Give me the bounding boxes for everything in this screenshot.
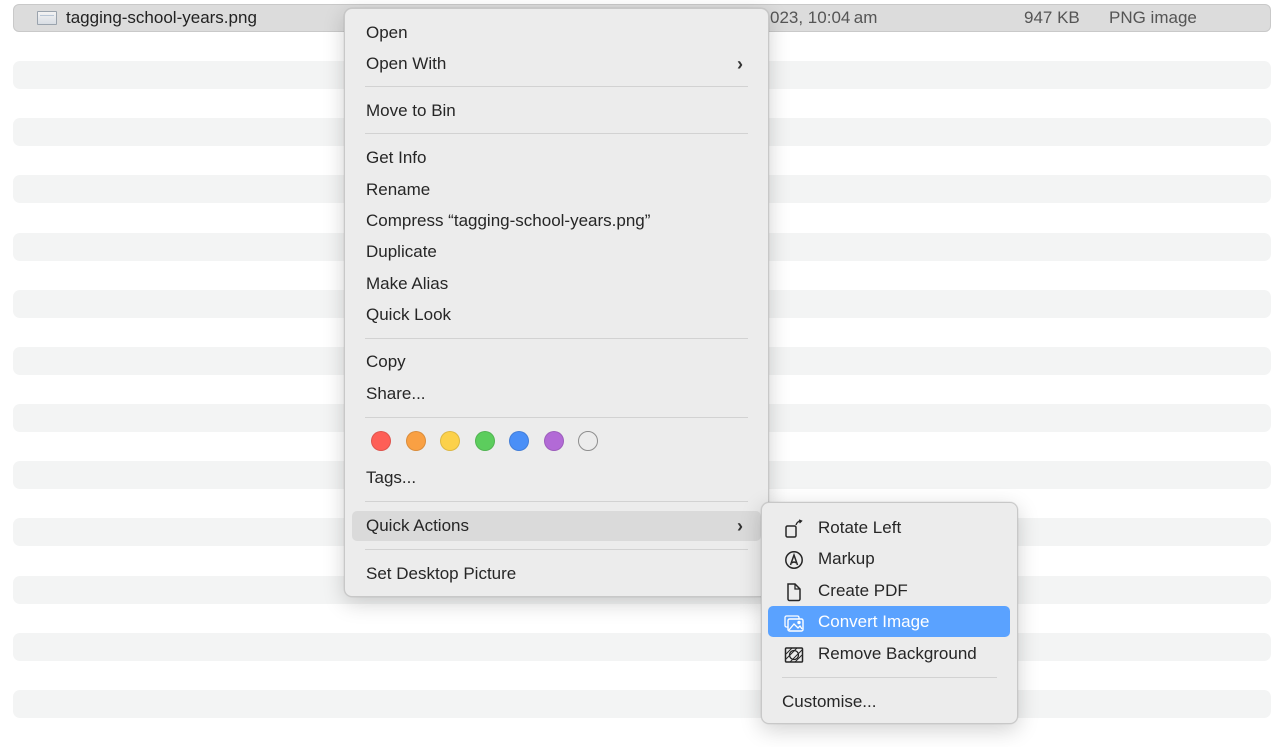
submenu-item-label: Remove Background [818,644,977,663]
file-name: tagging-school-years.png [66,8,257,27]
menu-item-label: Tags... [366,468,417,487]
menu-item-move-to-bin[interactable]: Move to Bin [352,96,761,126]
menu-separator [365,86,748,87]
rotate-left-icon [784,518,804,538]
menu-item-label: Set Desktop Picture [366,564,517,583]
menu-item-label: Open With [366,54,447,73]
menu-separator [365,417,748,418]
document-icon [784,581,804,602]
menu-item-label: Compress “tagging-school-years.png” [366,211,651,230]
submenu-item-label: Convert Image [818,612,930,631]
menu-item-label: Open [366,23,408,42]
menu-item-tags[interactable]: Tags... [352,463,761,493]
menu-separator [365,338,748,339]
tag-orange-button[interactable] [405,431,426,451]
menu-item-open[interactable]: Open [352,18,761,48]
file-date-modified: 023, 10:04 am [770,8,878,27]
menu-separator [365,549,748,550]
tag-purple-button[interactable] [543,431,564,451]
menu-item-copy[interactable]: Copy [352,347,761,377]
tag-green-button[interactable] [474,431,495,451]
menu-item-quick-look[interactable]: Quick Look [352,300,761,330]
submenu-item-label: Rotate Left [818,518,902,537]
remove-background-icon [784,644,804,664]
menu-item-compress[interactable]: Compress “tagging-school-years.png” [352,206,761,236]
menu-item-duplicate[interactable]: Duplicate [352,237,761,267]
tag-blue-button[interactable] [509,431,529,451]
menu-item-label: Quick Actions [366,516,469,535]
tag-yellow-button[interactable] [440,431,460,451]
menu-item-label: Move to Bin [366,101,456,120]
context-menu: Open Open With › Move to Bin Get Info Ren… [344,8,769,597]
menu-separator [365,501,748,502]
submenu-item-remove-background[interactable]: Remove Background [768,638,1010,669]
tag-red-button[interactable] [371,431,391,451]
submenu-item-label: Create PDF [818,581,908,600]
submenu-item-create-pdf[interactable]: Create PDF [768,575,1010,606]
submenu-item-customise[interactable]: Customise... [768,686,1010,717]
menu-item-label: Rename [366,180,431,199]
menu-separator [365,133,748,134]
menu-item-label: Copy [366,352,406,371]
empty-row-stripe [13,633,1271,661]
menu-item-share[interactable]: Share... [352,379,761,409]
quick-actions-submenu: Rotate Left Markup Create PDF Convert Im… [761,502,1018,724]
submenu-item-rotate-left[interactable]: Rotate Left [768,512,1010,543]
menu-item-label: Make Alias [366,274,449,293]
submenu-item-convert-image[interactable]: Convert Image [768,606,1010,637]
file-size: 947 KB [1024,8,1080,27]
menu-item-label: Quick Look [366,305,452,324]
menu-item-get-info[interactable]: Get Info [352,143,761,173]
png-file-icon [37,11,57,25]
empty-row-stripe [13,690,1271,718]
markup-icon [784,549,804,569]
chevron-right-icon: › [737,516,743,536]
menu-item-label: Share... [366,384,426,403]
chevron-right-icon: › [737,54,743,74]
menu-item-label: Get Info [366,148,427,167]
photos-icon [784,612,804,632]
menu-item-quick-actions[interactable]: Quick Actions › [352,511,761,541]
tag-none-button[interactable] [578,431,598,451]
menu-item-label: Duplicate [366,242,437,261]
file-kind: PNG image [1109,8,1197,27]
menu-separator [782,677,997,678]
submenu-item-label: Customise... [782,692,877,711]
menu-item-open-with[interactable]: Open With › [352,49,761,79]
menu-item-set-desktop-picture[interactable]: Set Desktop Picture [352,559,761,589]
submenu-item-markup[interactable]: Markup [768,543,1010,574]
menu-item-make-alias[interactable]: Make Alias [352,269,761,299]
submenu-item-label: Markup [818,549,875,568]
menu-item-rename[interactable]: Rename [352,175,761,205]
